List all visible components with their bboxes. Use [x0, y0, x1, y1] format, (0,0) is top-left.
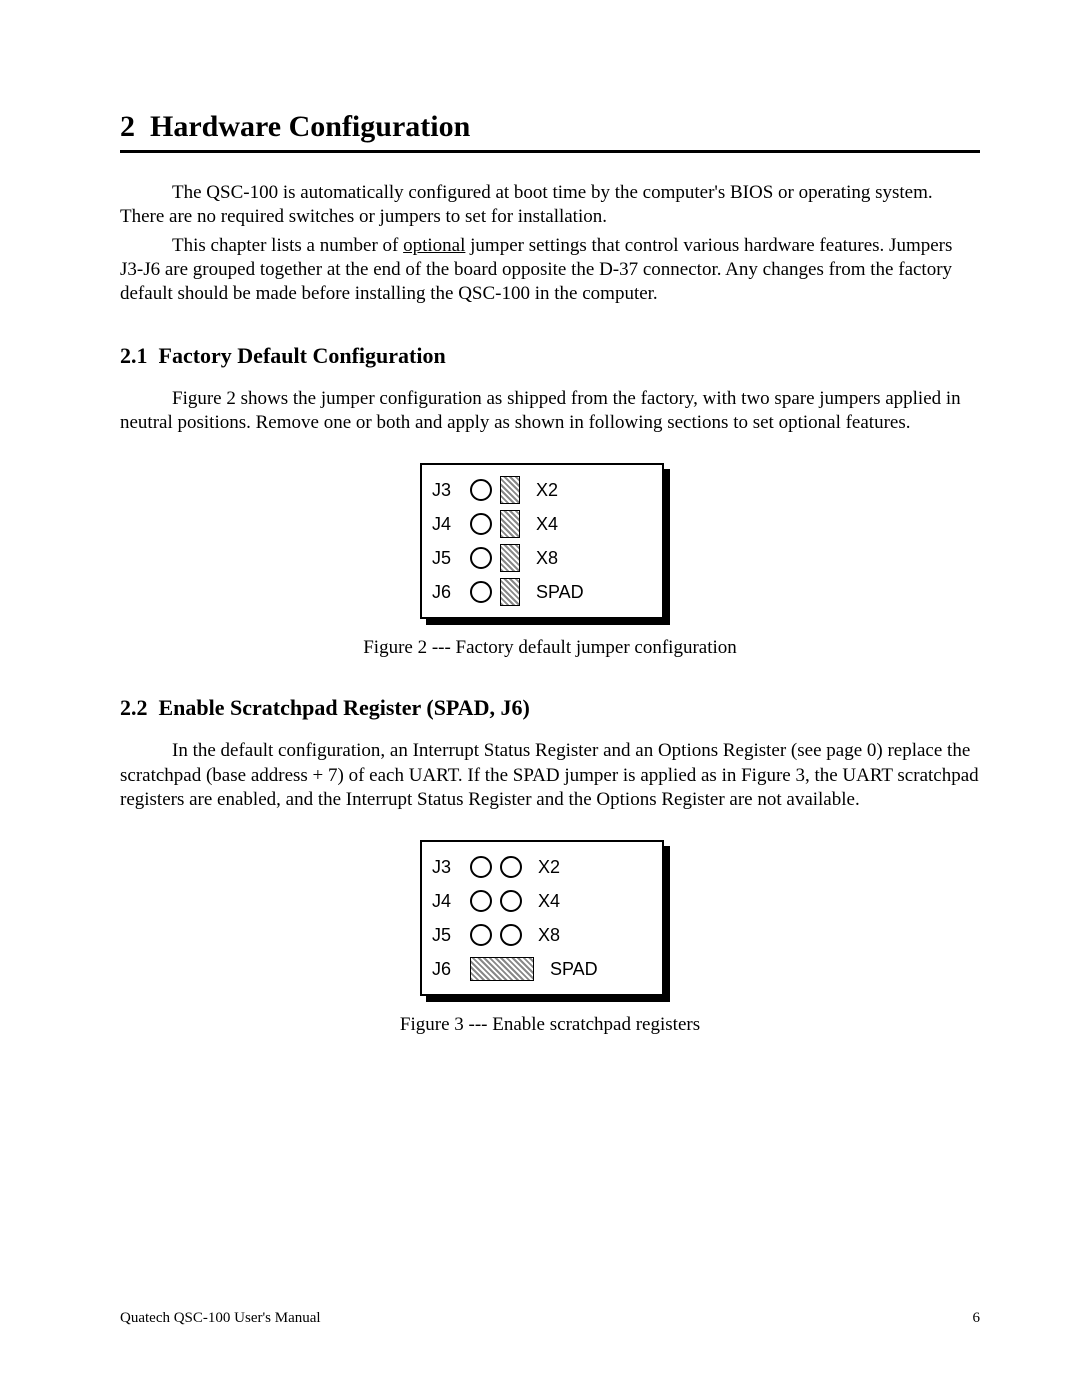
jumper-left-label: J5: [432, 548, 462, 569]
jumper-right-label: X8: [528, 548, 652, 569]
section-heading: 2 Hardware Configuration: [120, 110, 980, 144]
jumper-row: J4 X4: [432, 884, 652, 918]
footer-left: Quatech QSC-100 User's Manual: [120, 1310, 321, 1327]
jumper-right-label: X2: [530, 857, 652, 878]
figure-3-caption: Figure 3 --- Enable scratchpad registers: [120, 1014, 980, 1036]
jumper-row: J5 X8: [432, 918, 652, 952]
jumper-row: J4 X4: [432, 507, 652, 541]
intro-paragraph-1: The QSC-100 is automatically configured …: [120, 181, 980, 230]
intro-paragraph-2: This chapter lists a number of optional …: [120, 234, 980, 307]
pin-circle-icon: [470, 924, 492, 946]
jumper-left-label: J5: [432, 925, 462, 946]
figure-2-caption: Figure 2 --- Factory default jumper conf…: [120, 637, 980, 659]
pin-circle-icon: [470, 856, 492, 878]
document-page: 2 Hardware Configuration The QSC-100 is …: [0, 0, 1080, 1397]
pin-circle-icon: [470, 547, 492, 569]
footer-page-number: 6: [973, 1310, 981, 1327]
jumper-diagram-1: J3 X2 J4 X4 J5 X8 J6 SPAD: [420, 463, 664, 619]
pin-hatch-icon: [500, 510, 520, 538]
jumper-left-label: J6: [432, 959, 462, 980]
subsection-2-2-body: In the default configuration, an Interru…: [120, 739, 980, 812]
page-footer: Quatech QSC-100 User's Manual 6: [120, 1310, 980, 1327]
section-number: 2: [120, 110, 135, 143]
jumper-left-label: J4: [432, 891, 462, 912]
pin-hatch-icon: [500, 578, 520, 606]
pin-circle-icon: [470, 479, 492, 501]
figure-3: J3 X2 J4 X4 J5 X8 J6 SPAD: [420, 840, 680, 996]
jumper-left-label: J3: [432, 480, 462, 501]
pin-circle-icon: [470, 581, 492, 603]
jumper-right-label: SPAD: [542, 959, 652, 980]
jumper-right-label: X2: [528, 480, 652, 501]
jumper-left-label: J6: [432, 582, 462, 603]
pin-hatch-icon: [500, 476, 520, 504]
subsection-2-1-heading: 2.1 Factory Default Configuration: [120, 343, 980, 369]
pin-circle-icon: [500, 856, 522, 878]
subsection-2-1-body: Figure 2 shows the jumper configuration …: [120, 387, 980, 436]
jumper-row: J6 SPAD: [432, 575, 652, 609]
pin-circle-icon: [470, 890, 492, 912]
pin-circle-icon: [500, 924, 522, 946]
section-rule: [120, 150, 980, 153]
jumper-left-label: J4: [432, 514, 462, 535]
jumper-right-label: SPAD: [528, 582, 652, 603]
pin-circle-icon: [470, 513, 492, 535]
figure-2: J3 X2 J4 X4 J5 X8 J6 SPAD: [420, 463, 680, 619]
jumper-applied-icon: [470, 957, 534, 981]
jumper-diagram-2: J3 X2 J4 X4 J5 X8 J6 SPAD: [420, 840, 664, 996]
jumper-row: J3 X2: [432, 473, 652, 507]
underlined-word: optional: [403, 235, 465, 256]
section-title-text: Hardware Configuration: [150, 110, 470, 143]
jumper-row: J3 X2: [432, 850, 652, 884]
pin-hatch-icon: [500, 544, 520, 572]
subsection-2-2-heading: 2.2 Enable Scratchpad Register (SPAD, J6…: [120, 695, 980, 721]
jumper-row: J5 X8: [432, 541, 652, 575]
jumper-right-label: X4: [528, 514, 652, 535]
jumper-right-label: X8: [530, 925, 652, 946]
jumper-right-label: X4: [530, 891, 652, 912]
jumper-left-label: J3: [432, 857, 462, 878]
pin-circle-icon: [500, 890, 522, 912]
jumper-row: J6 SPAD: [432, 952, 652, 986]
